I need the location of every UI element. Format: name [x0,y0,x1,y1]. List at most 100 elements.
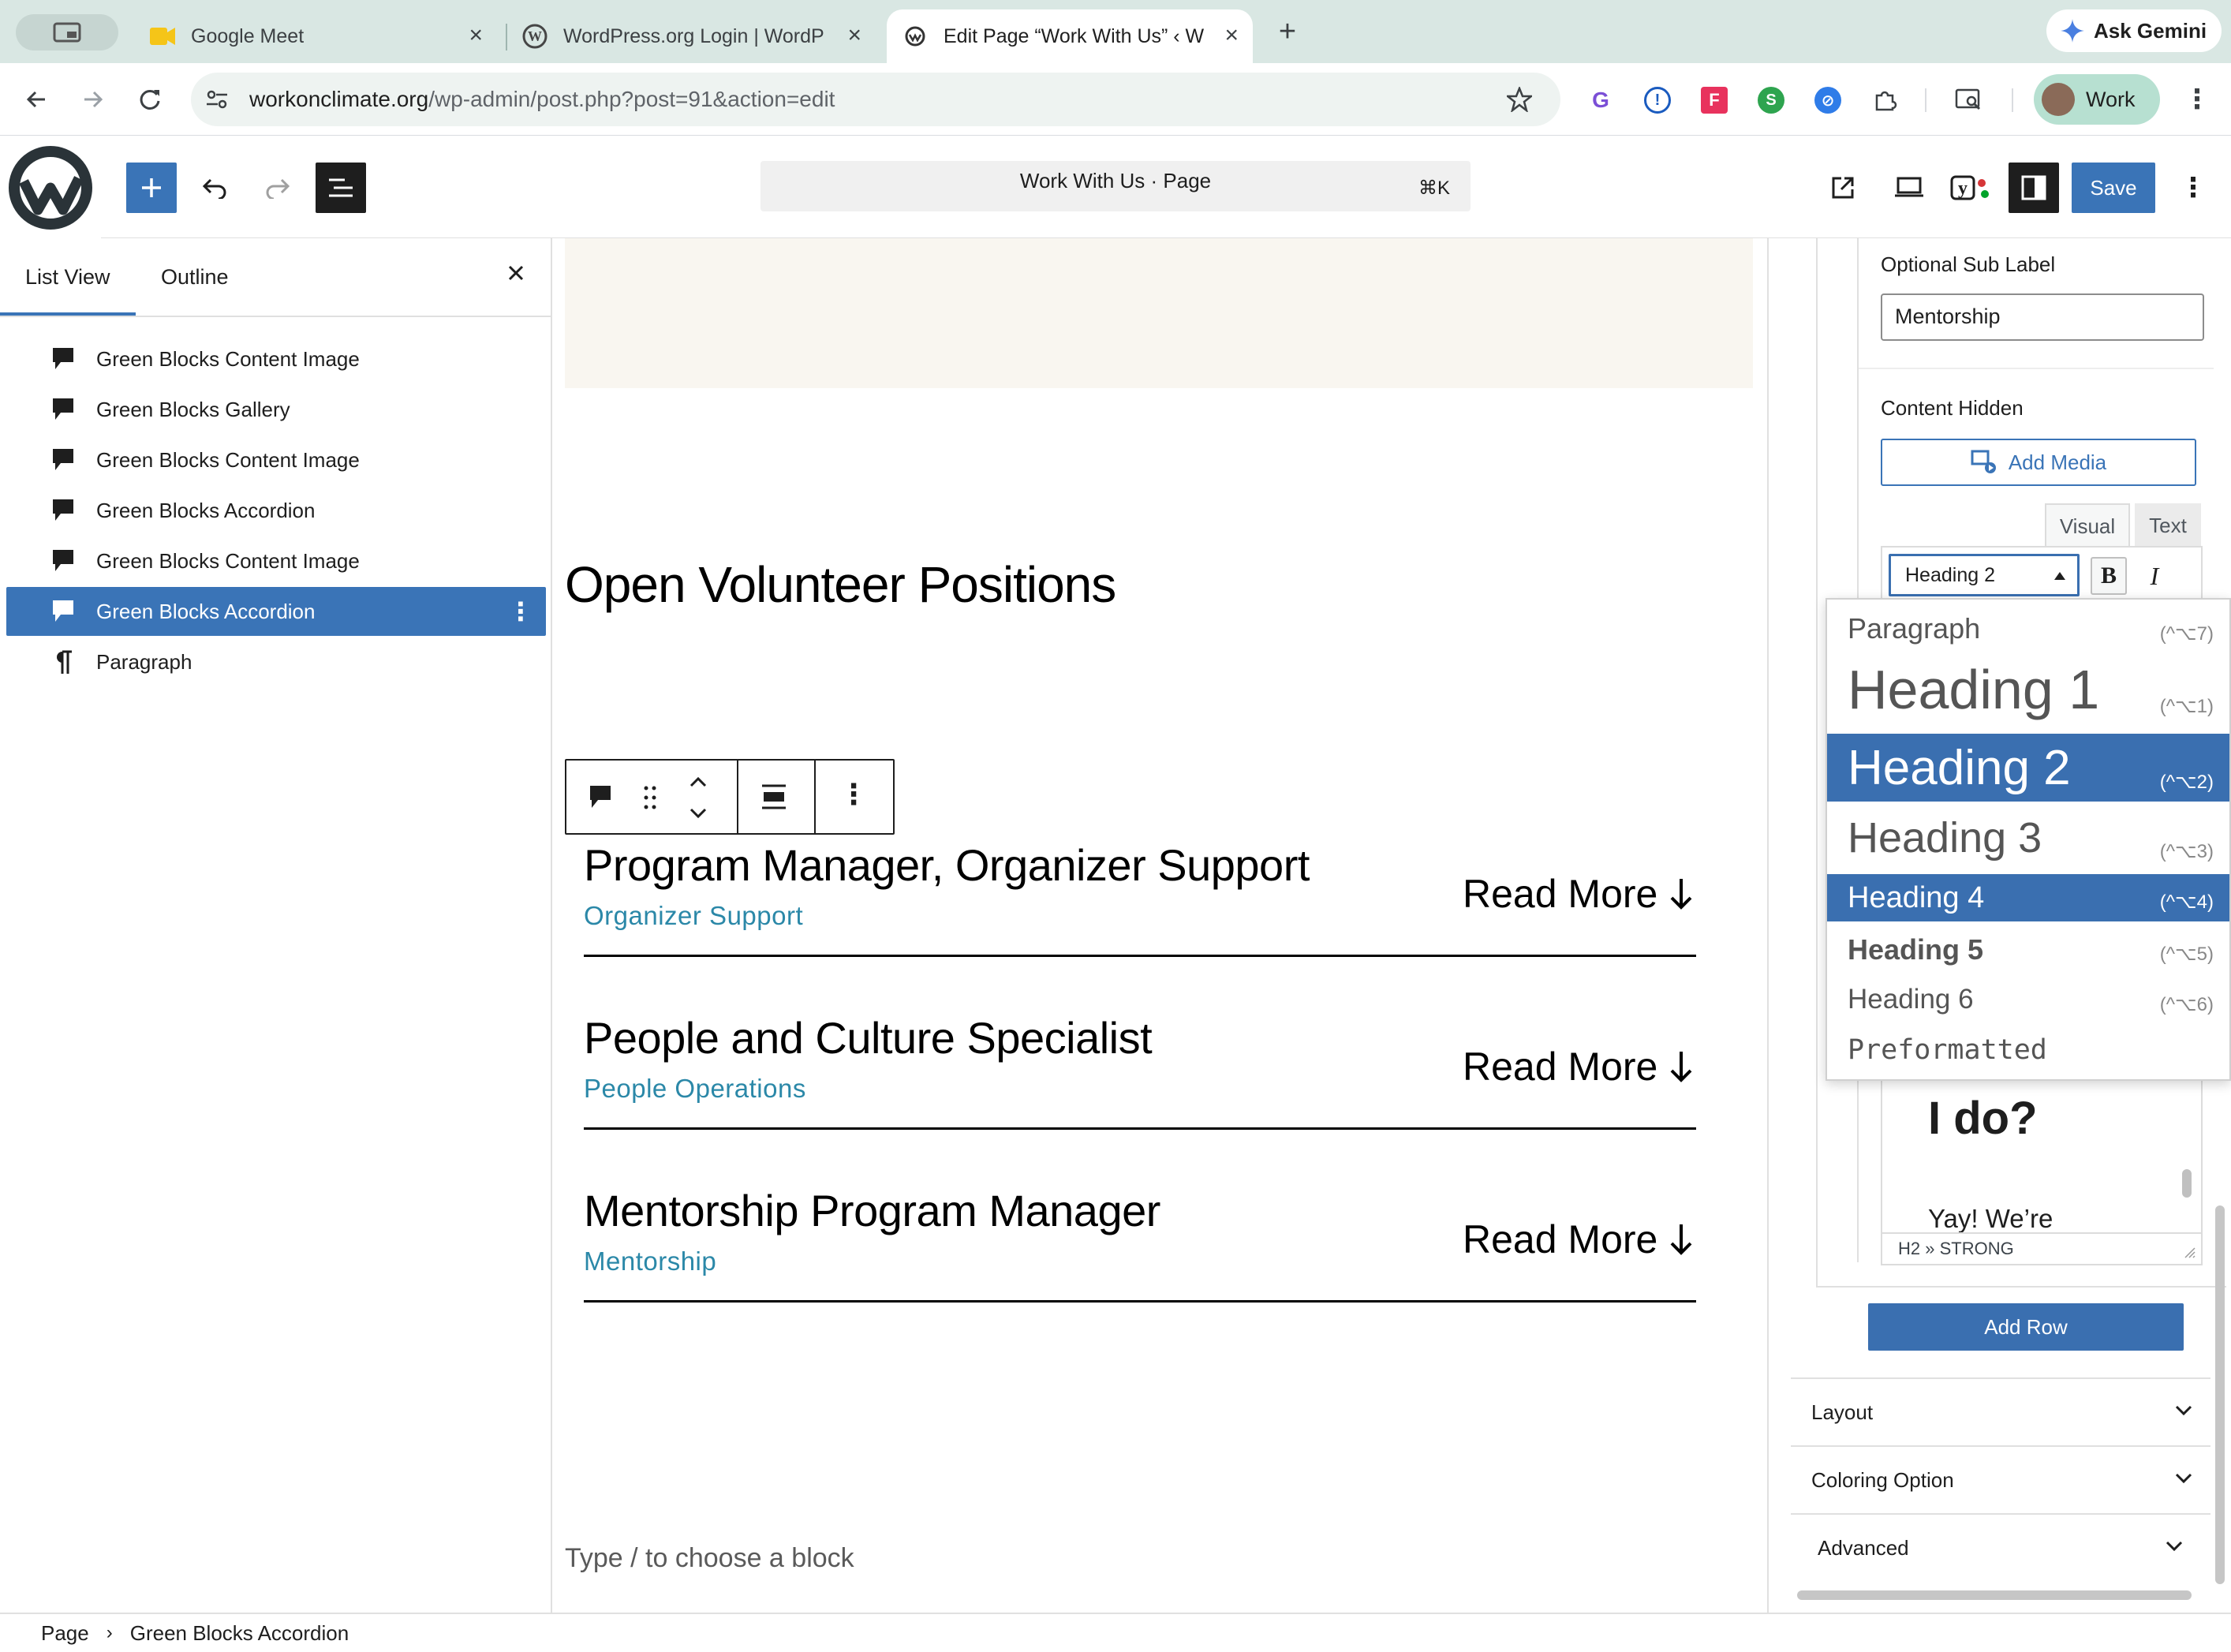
ask-gemini-button[interactable]: Ask Gemini [2046,9,2222,52]
move-down-button[interactable] [688,806,708,820]
reload-button[interactable] [134,84,166,115]
new-tab-button[interactable]: + [1270,14,1305,49]
content-image-block[interactable] [565,238,1753,388]
document-overview-button[interactable] [316,163,366,213]
bold-button[interactable]: B [2091,557,2127,595]
grammarly-extension-icon[interactable]: G [1587,87,1614,114]
editor-content-heading[interactable]: I do? [1928,1092,2038,1145]
list-view-item[interactable]: Paragraph [6,637,546,686]
format-option-label: Heading 1 [1848,659,2100,720]
list-view-item[interactable]: Green Blocks Accordion ⋮ [6,587,546,636]
move-up-button[interactable] [688,775,708,789]
tab-edit-page[interactable]: Edit Page “Work With Us” ‹ W × [887,9,1253,63]
accordion-item-title[interactable]: People and Culture Specialist [584,1012,1153,1063]
list-view-item[interactable]: Green Blocks Gallery [6,385,546,434]
preview-device-button[interactable] [1890,169,1928,207]
list-view-item[interactable]: Green Blocks Content Image [6,435,546,484]
format-option-shortcut: (^⌥5) [2159,944,2214,965]
omnibox[interactable]: workonclimate.org/wp-admin/post.php?post… [191,73,1560,126]
password-manager-extension-icon[interactable]: ! [1644,87,1671,114]
undo-button[interactable] [196,169,234,207]
list-view-item[interactable]: Green Blocks Content Image [6,536,546,585]
align-button[interactable] [760,783,787,811]
tab-list-view[interactable]: List View [25,265,110,290]
block-inserter-button[interactable] [126,163,177,213]
format-option[interactable]: Heading 2 (^⌥2) [1827,734,2229,802]
site-settings-icon[interactable] [205,88,229,110]
breadcrumb-page[interactable]: Page [41,1621,89,1646]
tab-text[interactable]: Text [2135,503,2201,548]
profile-button[interactable]: Work [2034,74,2160,125]
yoast-seo-button[interactable]: y [1949,169,1993,207]
sidebar-hscrollbar-thumb[interactable] [1797,1590,2192,1600]
options-menu-button[interactable]: ⋮ [2174,169,2212,207]
close-tab-icon[interactable]: × [469,24,483,47]
chrome-menu-icon[interactable]: ⋮ [2184,84,2210,115]
settings-sidebar-toggle[interactable] [2009,163,2059,213]
tab-search-icon[interactable] [1955,87,1982,114]
accordion-divider [584,1300,1696,1303]
close-tab-icon[interactable]: × [1224,24,1239,47]
breadcrumb-block[interactable]: Green Blocks Accordion [130,1621,349,1646]
save-button[interactable]: Save [2072,163,2155,213]
list-view-item-options-button[interactable]: ⋮ [508,596,533,626]
tab-wordpress-login[interactable]: W WordPress.org Login | WordP × [513,9,876,63]
view-page-button[interactable] [1824,169,1862,207]
format-option[interactable]: Heading 1 (^⌥1) [1827,653,2229,726]
add-row-button[interactable]: Add Row [1868,1303,2184,1351]
tab-google-meet[interactable]: Google Meet × [134,9,497,63]
format-option[interactable]: Paragraph (^⌥7) [1827,604,2229,653]
blue-circle-extension-icon[interactable]: ⊘ [1814,87,1841,114]
format-option[interactable]: Heading 6 (^⌥6) [1827,975,2229,1024]
italic-button[interactable]: I [2136,557,2173,595]
forward-button[interactable] [77,84,109,115]
format-option[interactable]: Preformatted [1827,1026,2229,1075]
section-heading[interactable]: Open Volunteer Positions [565,555,1116,614]
read-more-toggle[interactable]: Read More [1463,1217,1694,1262]
flag-extension-icon[interactable]: F [1701,87,1728,114]
editor-scrollbar-thumb[interactable] [2182,1169,2192,1198]
close-icon [508,265,524,281]
read-more-toggle[interactable]: Read More [1463,871,1694,917]
bookmark-star-icon[interactable] [1507,87,1532,112]
panel-toggle[interactable]: Coloring Option [1791,1445,2210,1513]
align-wide-icon [762,784,786,809]
redo-button[interactable] [259,169,297,207]
extensions-puzzle-icon[interactable] [1871,87,1898,114]
site-logo-button[interactable] [0,137,101,238]
toolbar-separator [814,761,816,833]
tab-groups-button[interactable] [16,14,118,50]
panel-toggle[interactable]: Layout [1791,1377,2210,1445]
format-option[interactable]: Heading 5 (^⌥5) [1827,926,2229,974]
sidebar-scrollbar-thumb[interactable] [2215,1205,2225,1584]
panel-toggle[interactable]: Advanced [1791,1513,2210,1581]
back-button[interactable] [21,84,52,115]
read-more-toggle[interactable]: Read More [1463,1044,1694,1089]
block-type-button[interactable] [587,783,614,811]
list-view-item[interactable]: Green Blocks Content Image [6,335,546,383]
list-view-item[interactable]: Green Blocks Accordion [6,486,546,535]
block-appender-placeholder[interactable]: Type / to choose a block [565,1543,854,1574]
list-view-item-label: Green Blocks Accordion [96,498,316,522]
list-view-panel: List View Outline Green Blocks Content I… [0,238,552,1613]
resize-grip-icon[interactable] [2182,1245,2196,1259]
command-palette-bar[interactable]: Work With Us · Page ⌘K [760,161,1471,211]
accordion-item-sublabel: People Operations [584,1074,806,1103]
add-media-button[interactable]: Add Media [1881,439,2196,486]
accordion-item-title[interactable]: Mentorship Program Manager [584,1185,1160,1236]
accordion-item-title[interactable]: Program Manager, Organizer Support [584,839,1310,891]
drag-handle[interactable] [642,784,658,811]
block-options-button[interactable]: ⋮ [839,778,868,811]
format-option[interactable]: Heading 4 (^⌥4) [1827,874,2229,921]
format-option-shortcut: (^⌥2) [2159,772,2214,793]
editor-content-text[interactable]: Yay! We’re [1928,1204,2053,1234]
tab-visual[interactable]: Visual [2045,503,2130,548]
green-s-extension-icon[interactable]: S [1758,87,1784,114]
format-option[interactable]: Heading 3 (^⌥3) [1827,805,2229,871]
avatar [2042,83,2075,116]
tab-outline[interactable]: Outline [161,265,229,290]
close-tab-icon[interactable]: × [847,24,861,47]
format-select[interactable]: Heading 2 [1889,554,2080,596]
sub-label-input[interactable]: Mentorship [1881,293,2204,341]
close-panel-button[interactable] [502,259,530,287]
